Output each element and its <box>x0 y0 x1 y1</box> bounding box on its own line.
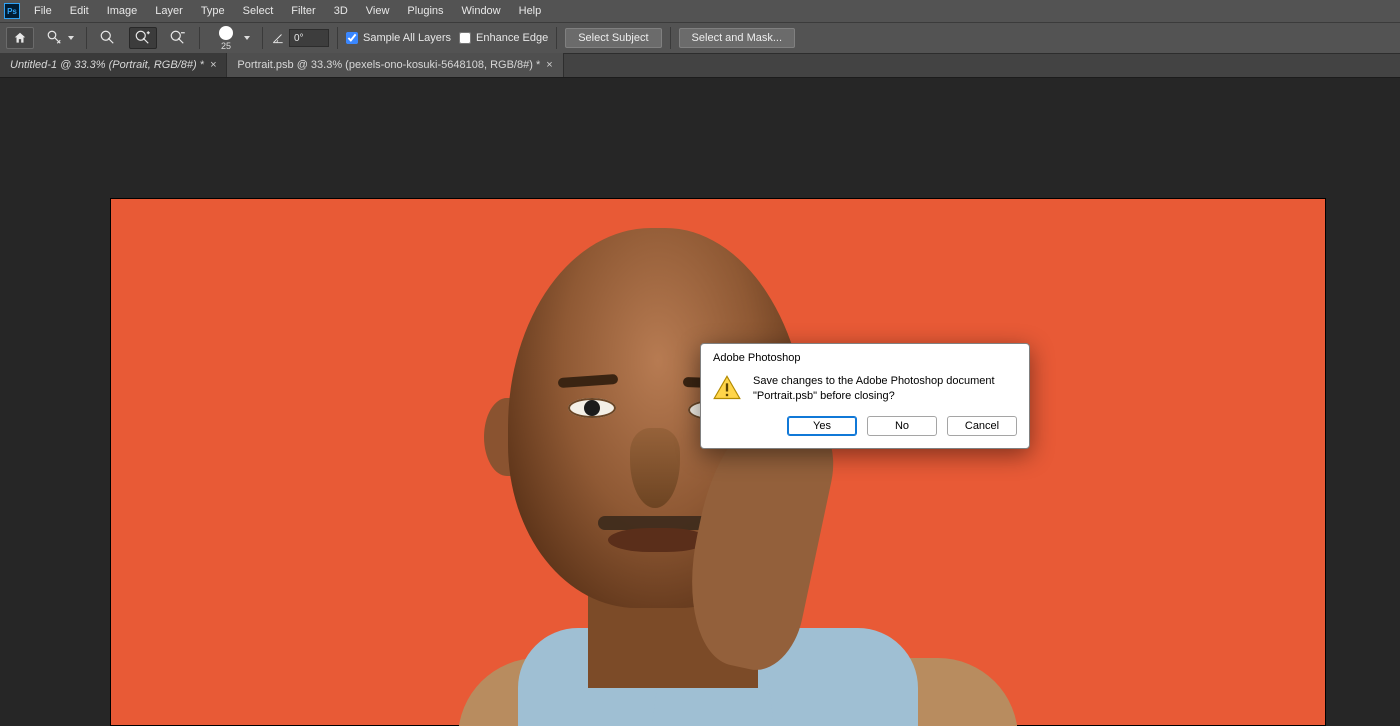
dialog-message: Save changes to the Adobe Photoshop docu… <box>753 374 1017 404</box>
menu-help[interactable]: Help <box>511 2 550 20</box>
subtract-from-selection-icon <box>169 29 187 47</box>
add-to-selection-icon <box>134 29 152 47</box>
cancel-button[interactable]: Cancel <box>947 416 1017 436</box>
menu-window[interactable]: Window <box>454 2 509 20</box>
close-icon[interactable]: × <box>210 59 216 71</box>
enhance-edge-label: Enhance Edge <box>476 32 548 44</box>
document-tab-label: Portrait.psb @ 33.3% (pexels-ono-kosuki-… <box>237 59 540 71</box>
document-tab-label: Untitled-1 @ 33.3% (Portrait, RGB/8#) * <box>10 59 204 71</box>
document-tab-bar: Untitled-1 @ 33.3% (Portrait, RGB/8#) * … <box>0 54 1400 78</box>
options-bar: 25 Sample All Layers Enhance Edge Select… <box>0 22 1400 54</box>
separator <box>86 27 87 49</box>
brush-size-label: 25 <box>221 41 231 51</box>
menu-layer[interactable]: Layer <box>147 2 191 20</box>
add-to-selection-button[interactable] <box>129 27 157 49</box>
brush-dot-icon <box>219 26 233 40</box>
enhance-edge-checkbox[interactable]: Enhance Edge <box>459 32 548 44</box>
home-icon <box>13 31 27 45</box>
yes-button[interactable]: Yes <box>787 416 857 436</box>
menu-edit[interactable]: Edit <box>62 2 97 20</box>
select-and-mask-button[interactable]: Select and Mask... <box>679 28 796 48</box>
dialog-overlay: Adobe Photoshop Save changes to the Adob… <box>0 78 1400 726</box>
close-icon[interactable]: × <box>546 59 552 71</box>
menu-filter[interactable]: Filter <box>283 2 323 20</box>
menu-type[interactable]: Type <box>193 2 233 20</box>
chevron-down-icon <box>68 36 74 40</box>
dialog-title: Adobe Photoshop <box>701 344 1029 370</box>
app-icon: Ps <box>4 3 20 19</box>
subtract-from-selection-button[interactable] <box>165 27 191 49</box>
menubar: Ps File Edit Image Layer Type Select Fil… <box>0 0 1400 22</box>
new-selection-icon <box>99 29 117 47</box>
brush-preview: 25 <box>212 26 240 51</box>
brush-angle-field <box>271 29 329 47</box>
brush-angle-input[interactable] <box>289 29 329 47</box>
menu-view[interactable]: View <box>358 2 398 20</box>
document-tab[interactable]: Portrait.psb @ 33.3% (pexels-ono-kosuki-… <box>227 53 563 77</box>
chevron-down-icon <box>244 36 250 40</box>
new-selection-button[interactable] <box>95 27 121 49</box>
menu-plugins[interactable]: Plugins <box>399 2 451 20</box>
home-button[interactable] <box>6 27 34 49</box>
tool-preset-picker[interactable] <box>42 27 78 49</box>
menu-3d[interactable]: 3D <box>326 2 356 20</box>
separator <box>670 27 671 49</box>
document-tab[interactable]: Untitled-1 @ 33.3% (Portrait, RGB/8#) * … <box>0 53 227 77</box>
sample-all-layers-checkbox[interactable]: Sample All Layers <box>346 32 451 44</box>
quick-select-tool-icon <box>46 29 64 47</box>
separator <box>556 27 557 49</box>
brush-picker[interactable]: 25 <box>208 27 254 49</box>
warning-icon <box>713 374 741 402</box>
menu-image[interactable]: Image <box>99 2 146 20</box>
enhance-edge-input[interactable] <box>459 32 471 44</box>
workspace: Adobe Photoshop Save changes to the Adob… <box>0 78 1400 726</box>
sample-all-layers-label: Sample All Layers <box>363 32 451 44</box>
angle-icon <box>271 31 285 45</box>
menu-select[interactable]: Select <box>235 2 282 20</box>
separator <box>199 27 200 49</box>
no-button[interactable]: No <box>867 416 937 436</box>
separator <box>262 27 263 49</box>
sample-all-layers-input[interactable] <box>346 32 358 44</box>
save-changes-dialog: Adobe Photoshop Save changes to the Adob… <box>700 343 1030 449</box>
menu-file[interactable]: File <box>26 2 60 20</box>
select-subject-button[interactable]: Select Subject <box>565 28 661 48</box>
separator <box>337 27 338 49</box>
